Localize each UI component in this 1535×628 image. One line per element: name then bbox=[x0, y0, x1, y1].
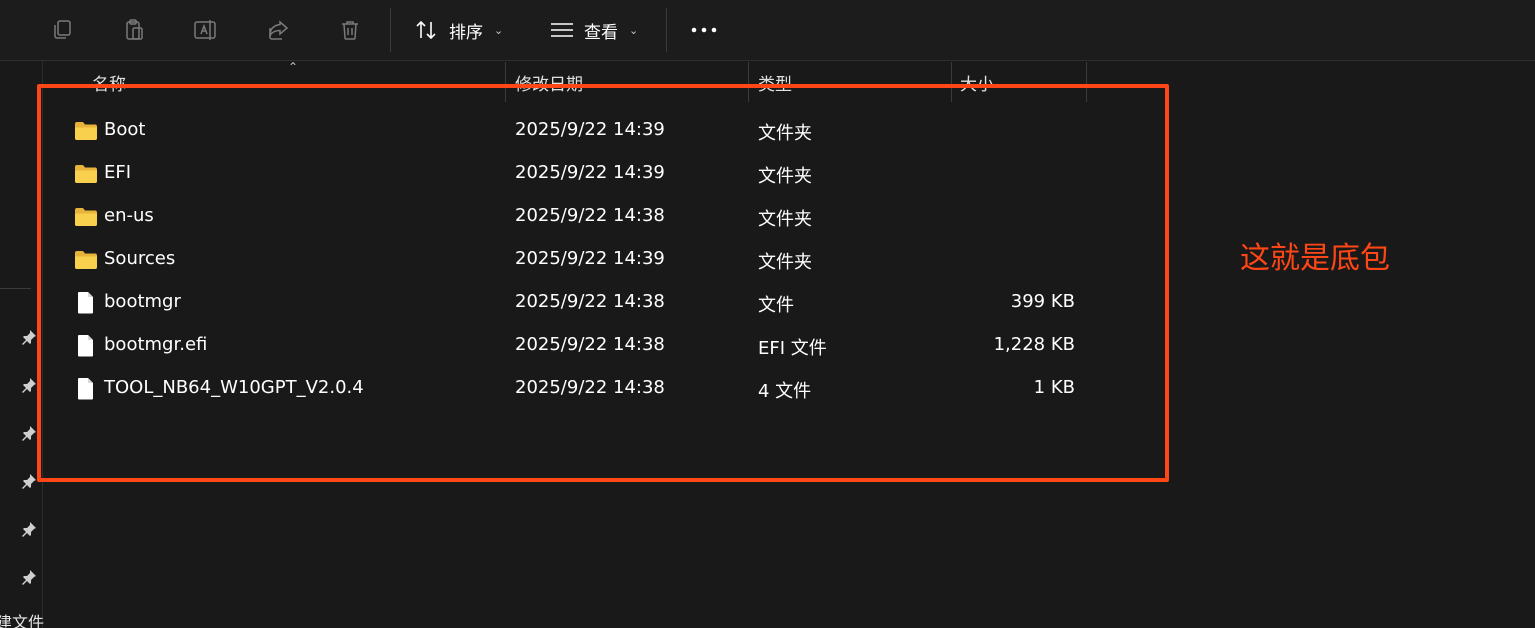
file-name: Sources bbox=[104, 248, 176, 269]
pin-icon[interactable] bbox=[20, 328, 38, 346]
file-name: TOOL_NB64_W10GPT_V2.0.4 bbox=[104, 377, 364, 398]
file-modified-date: 2025/9/22 14:38 bbox=[515, 334, 665, 355]
sort-ascending-icon: ⌃ bbox=[288, 60, 299, 74]
column-separator[interactable] bbox=[505, 62, 506, 102]
column-header-name[interactable]: 名称 bbox=[92, 70, 126, 95]
file-modified-date: 2025/9/22 14:38 bbox=[515, 291, 665, 312]
column-separator[interactable] bbox=[951, 62, 952, 102]
folder-icon bbox=[74, 206, 98, 228]
file-type: 4 文件 bbox=[758, 381, 812, 402]
nav-item-label[interactable]: 建文件 bbox=[0, 609, 44, 628]
view-list-icon bbox=[551, 23, 573, 37]
toolbar-divider bbox=[0, 60, 1535, 61]
delete-button[interactable] bbox=[330, 10, 370, 50]
more-icon bbox=[691, 27, 717, 33]
share-icon bbox=[269, 20, 289, 40]
sort-menu-button[interactable]: 排序 ⌄ bbox=[414, 10, 503, 50]
column-separator[interactable] bbox=[748, 62, 749, 102]
sort-label: 排序 bbox=[449, 22, 483, 43]
file-size: 1,228 KB bbox=[993, 334, 1075, 355]
more-options-button[interactable] bbox=[684, 10, 724, 50]
file-name: en-us bbox=[104, 205, 154, 226]
file-row[interactable]: TOOL_NB64_W10GPT_V2.0.4 2025/9/22 14:38 4 … bbox=[60, 367, 1100, 410]
file-icon bbox=[74, 335, 98, 357]
file-modified-date: 2025/9/22 14:39 bbox=[515, 248, 665, 269]
file-type: 文件夹 bbox=[758, 166, 812, 187]
pin-icon[interactable] bbox=[20, 424, 38, 442]
pin-icon[interactable] bbox=[20, 472, 38, 490]
nav-pane-border bbox=[42, 61, 43, 628]
file-modified-date: 2025/9/22 14:39 bbox=[515, 119, 665, 140]
nav-pane-divider bbox=[0, 288, 31, 289]
file-row[interactable]: en-us 2025/9/22 14:38 文件夹 bbox=[60, 195, 1100, 238]
column-header-modified[interactable]: 修改日期 bbox=[515, 70, 583, 95]
chevron-down-icon: ⌄ bbox=[629, 23, 639, 37]
toolbar-separator bbox=[666, 8, 667, 52]
file-type: EFI 文件 bbox=[758, 338, 827, 359]
view-label: 查看 bbox=[584, 22, 618, 43]
file-icon bbox=[74, 378, 98, 400]
file-size: 399 KB bbox=[1010, 291, 1075, 312]
column-header-type[interactable]: 类型 bbox=[758, 70, 792, 95]
paste-button[interactable] bbox=[114, 10, 154, 50]
file-name: Boot bbox=[104, 119, 146, 140]
file-modified-date: 2025/9/22 14:38 bbox=[515, 205, 665, 226]
chevron-down-icon: ⌄ bbox=[494, 23, 504, 37]
paste-icon bbox=[126, 19, 143, 40]
file-type: 文件夹 bbox=[758, 209, 812, 230]
file-name: bootmgr.efi bbox=[104, 334, 208, 355]
file-row[interactable]: EFI 2025/9/22 14:39 文件夹 bbox=[60, 152, 1100, 195]
file-row[interactable]: bootmgr 2025/9/22 14:38 文件 399 KB bbox=[60, 281, 1100, 324]
file-row[interactable]: Sources 2025/9/22 14:39 文件夹 bbox=[60, 238, 1100, 281]
rename-button[interactable] bbox=[186, 10, 226, 50]
annotation-label: 这就是底包 bbox=[1240, 241, 1390, 276]
copy-button[interactable] bbox=[42, 10, 82, 50]
column-header-row: 名称 修改日期 类型 大小 bbox=[0, 62, 1535, 102]
copy-icon bbox=[54, 20, 71, 39]
folder-icon bbox=[74, 163, 98, 185]
file-type: 文件夹 bbox=[758, 252, 812, 273]
file-modified-date: 2025/9/22 14:39 bbox=[515, 162, 665, 183]
delete-icon bbox=[342, 21, 358, 40]
file-explorer-window: 排序 ⌄ 查看 ⌄ 建文件 名称 修改日期 类型 大小 ⌃ Boot 2025/… bbox=[0, 0, 1535, 628]
file-size: 1 KB bbox=[1033, 377, 1075, 398]
pin-icon[interactable] bbox=[20, 376, 38, 394]
view-menu-button[interactable]: 查看 ⌄ bbox=[549, 10, 638, 50]
file-name: EFI bbox=[104, 162, 132, 183]
column-header-size[interactable]: 大小 bbox=[960, 70, 994, 95]
toolbar-separator bbox=[390, 8, 391, 52]
file-name: bootmgr bbox=[104, 291, 181, 312]
file-icon bbox=[74, 292, 98, 314]
pin-icon[interactable] bbox=[20, 520, 38, 538]
rename-icon bbox=[194, 20, 216, 40]
command-bar: 排序 ⌄ 查看 ⌄ bbox=[0, 0, 1535, 60]
column-separator[interactable] bbox=[1086, 62, 1087, 102]
file-type: 文件夹 bbox=[758, 123, 812, 144]
folder-icon bbox=[74, 249, 98, 271]
pin-icon[interactable] bbox=[20, 568, 38, 586]
share-button[interactable] bbox=[258, 10, 298, 50]
file-row[interactable]: bootmgr.efi 2025/9/22 14:38 EFI 文件 1,228 KB bbox=[60, 324, 1100, 367]
file-modified-date: 2025/9/22 14:38 bbox=[515, 377, 665, 398]
folder-icon bbox=[74, 120, 98, 142]
file-row[interactable]: Boot 2025/9/22 14:39 文件夹 bbox=[60, 109, 1100, 152]
file-type: 文件 bbox=[758, 295, 794, 316]
sort-icon bbox=[416, 20, 436, 40]
